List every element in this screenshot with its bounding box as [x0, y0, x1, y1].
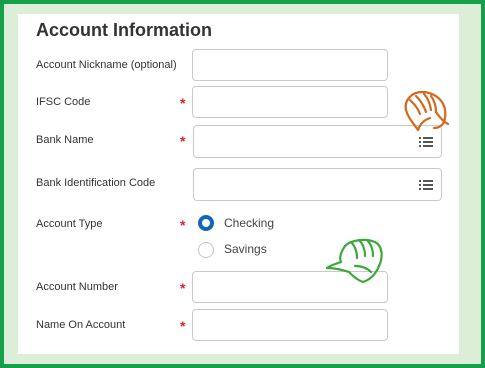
name-on-account-input[interactable]: [192, 309, 388, 341]
list-icon[interactable]: [419, 136, 433, 147]
checking-radio[interactable]: [198, 215, 214, 231]
nickname-label: Account Nickname (optional): [36, 59, 177, 71]
ifsc-label: IFSC Code: [36, 96, 91, 108]
bank-name-required-marker: *: [180, 133, 186, 149]
pointing-hand-icon: [325, 238, 383, 284]
bank-name-label: Bank Name: [36, 134, 94, 146]
bank-id-label: Bank Identification Code: [36, 177, 156, 189]
savings-radio[interactable]: [198, 242, 214, 258]
name-on-account-required-marker: *: [180, 318, 186, 334]
checking-radio-label[interactable]: Checking: [224, 216, 274, 230]
account-number-label: Account Number: [36, 281, 118, 293]
pointing-hand-icon: [404, 90, 450, 132]
ifsc-input[interactable]: [192, 86, 388, 118]
ifsc-required-marker: *: [180, 95, 186, 111]
page-title: Account Information: [36, 20, 212, 40]
account-number-required-marker: *: [180, 280, 186, 296]
account-type-required-marker: *: [180, 217, 186, 233]
list-icon[interactable]: [419, 179, 433, 190]
bank-id-select[interactable]: [193, 168, 442, 201]
name-on-account-label: Name On Account: [36, 319, 126, 331]
account-type-label: Account Type: [36, 218, 103, 230]
savings-radio-label[interactable]: Savings: [224, 242, 267, 256]
nickname-input[interactable]: [192, 49, 388, 81]
